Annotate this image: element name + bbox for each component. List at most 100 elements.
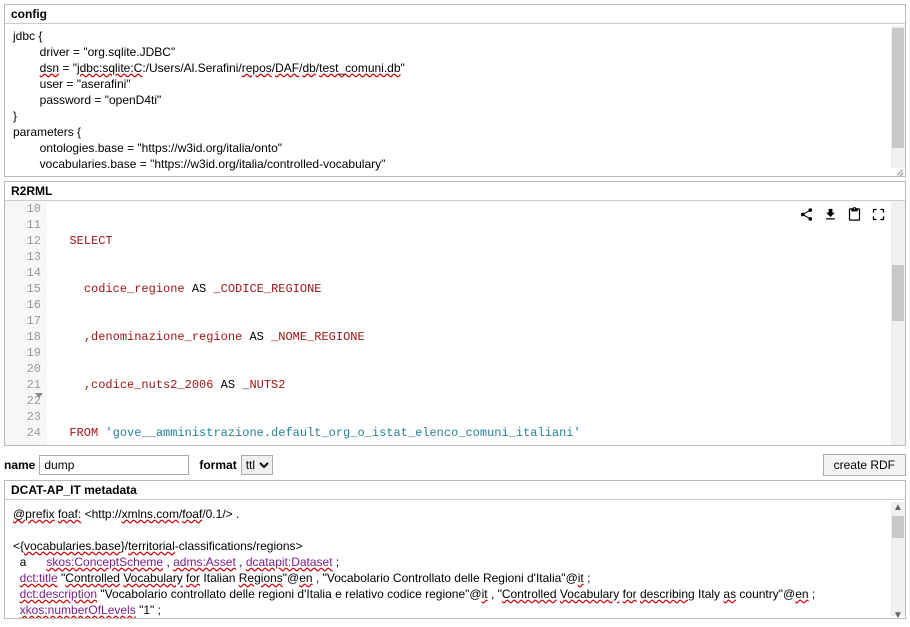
config-scrollbar[interactable] (891, 26, 905, 168)
tok: vocabularies.base (24, 539, 121, 553)
download-icon[interactable] (821, 205, 839, 223)
tok: ,denominazione_regione (84, 330, 242, 344)
scroll-down-icon[interactable]: ▼ (893, 608, 903, 618)
tok: for (186, 571, 200, 585)
tok: SELECT (69, 234, 112, 248)
text: driver = "org.sqlite.JDBC" (40, 45, 176, 59)
tok: skos:ConceptScheme (46, 555, 163, 569)
name-label: name (4, 458, 35, 472)
tok: codice_regione (84, 282, 185, 296)
tok: -classifications/regions> (175, 539, 303, 553)
line-number: 16 (5, 297, 41, 313)
indent (13, 157, 40, 171)
tok: <http:// (81, 507, 121, 521)
editor-scrollbar[interactable] (891, 201, 905, 445)
text: test_comuni.db (319, 61, 400, 75)
tok: Italy (695, 587, 724, 601)
tok: , " (488, 587, 502, 601)
tok: "1" ; (136, 603, 161, 617)
indent (13, 93, 40, 107)
tok: foaf (182, 507, 202, 521)
fold-arrow-icon[interactable] (35, 393, 43, 398)
tok: dct:title (20, 571, 58, 585)
tok: , "Vocabolario Controllato delle Regioni… (313, 571, 578, 585)
tok: "@ (283, 571, 299, 585)
r2rml-title: R2RML (5, 182, 905, 201)
line-number: 11 (5, 217, 41, 233)
create-rdf-button[interactable]: create RDF (823, 454, 906, 476)
tok: a (20, 555, 27, 569)
line-number: 13 (5, 249, 41, 265)
config-title: config (5, 5, 905, 24)
scrollbar-thumb[interactable] (892, 516, 904, 538)
text: " (401, 61, 405, 75)
clipboard-icon[interactable] (845, 205, 863, 223)
text: vocabularies.base = "https://w3id.org/it… (40, 157, 386, 171)
tok: /0.1/> . (202, 507, 239, 521)
text: parameters { (13, 125, 81, 139)
tok: Regions (239, 571, 283, 585)
tok: 'gove__amministrazione.default_org_o_ist… (98, 426, 580, 440)
text: jdbc:sqlite:C (77, 61, 142, 75)
tok: ; (584, 571, 591, 585)
config-textarea[interactable]: jdbc { driver = "org.sqlite.JDBC" dsn = … (5, 24, 905, 176)
tok: en (795, 587, 808, 601)
tok: Vocabulary (560, 587, 619, 601)
scroll-up-icon[interactable]: ▲ (893, 500, 903, 510)
line-number: 14 (5, 265, 41, 281)
text: :/Users/Al.Serafini/ (142, 61, 241, 75)
indent (13, 141, 40, 155)
text: repos (242, 61, 272, 75)
scrollbar-thumb[interactable] (892, 28, 904, 148)
tok: foaf: (58, 507, 81, 521)
text: = " (59, 61, 77, 75)
tok: <{ (13, 539, 24, 553)
text: dsn (40, 61, 59, 75)
tok: as (723, 587, 736, 601)
line-number: 20 (5, 361, 41, 377)
share-icon[interactable] (797, 205, 815, 223)
indent (13, 45, 40, 59)
scrollbar-thumb[interactable] (892, 265, 904, 321)
tok: describing (640, 587, 695, 601)
resize-handle-icon[interactable] (893, 164, 905, 176)
text: db (302, 61, 315, 75)
line-number: 10 (5, 201, 41, 217)
tok: dcatapit:Dataset (246, 555, 333, 569)
name-input[interactable] (39, 455, 189, 475)
editor-gutter: 10 11 12 13 14 15 16 17 18 19 20 21 22 2… (5, 201, 47, 445)
tok: AS (213, 378, 242, 392)
text: user = "aserafini" (40, 77, 131, 91)
tok: }/ (121, 539, 128, 553)
tok: country"@ (736, 587, 795, 601)
tok: adms:Asset (173, 555, 236, 569)
tok: "Vocabolario controllato delle regioni d… (97, 587, 482, 601)
config-panel: config jdbc { driver = "org.sqlite.JDBC"… (4, 4, 906, 177)
tok: _CODICE_REGIONE (213, 282, 321, 296)
indent (13, 77, 40, 91)
output-options-bar: name format ttl create RDF (4, 450, 906, 480)
indent (13, 61, 40, 75)
line-number: 23 (5, 409, 41, 425)
line-number: 19 (5, 345, 41, 361)
text: ontologies.base = "https://w3id.org/ital… (40, 141, 282, 155)
editor-code[interactable]: SELECT codice_regione AS _CODICE_REGIONE… (47, 201, 891, 445)
tok: AS (242, 330, 271, 344)
tok: FROM (69, 426, 98, 440)
metadata-panel: DCAT-AP_IT metadata @prefix foaf: <http:… (4, 480, 906, 619)
tok: ,codice_nuts2_2006 (84, 378, 214, 392)
line-number: 18 (5, 329, 41, 345)
tok: Italian (200, 571, 239, 585)
r2rml-editor[interactable]: 10 11 12 13 14 15 16 17 18 19 20 21 22 2… (5, 201, 905, 445)
r2rml-panel: R2RML 10 11 12 13 14 15 16 17 18 19 20 2… (4, 181, 906, 446)
tok: AS (185, 282, 214, 296)
tok: for (623, 587, 637, 601)
metadata-textarea[interactable]: @prefix foaf: <http://xmlns.com/foaf/0.1… (5, 500, 905, 618)
tok: ; (809, 587, 816, 601)
fullscreen-icon[interactable] (869, 205, 887, 223)
metadata-scrollbar[interactable]: ▲ ▼ (891, 502, 905, 616)
tok: Vocabulary (123, 571, 182, 585)
format-select[interactable]: ttl (241, 455, 273, 475)
line-number: 24 (5, 425, 41, 441)
tok: Controlled (65, 571, 120, 585)
